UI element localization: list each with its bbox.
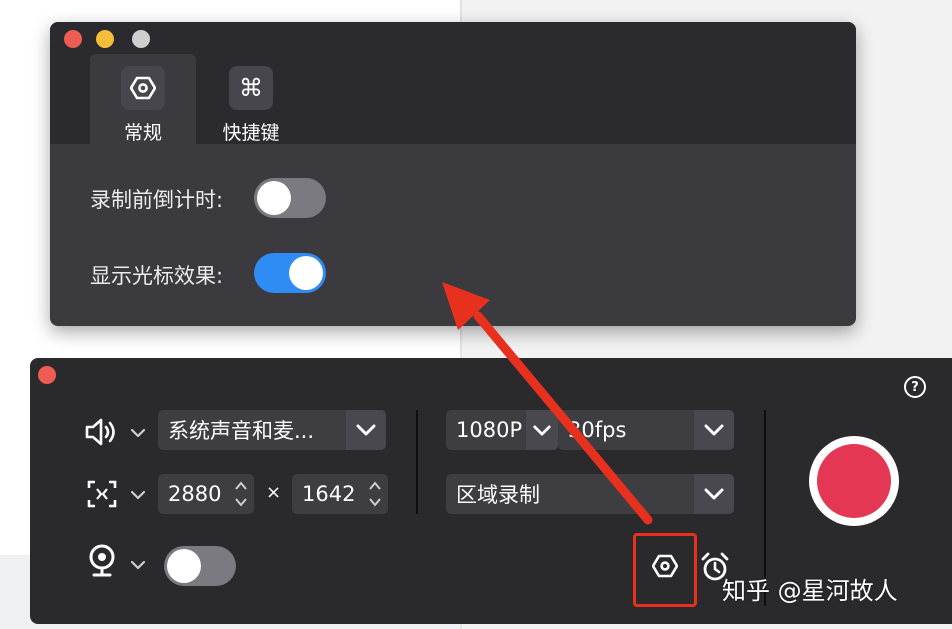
chevron-down-icon[interactable] [130, 560, 146, 570]
zoom-window-button[interactable] [132, 30, 150, 48]
record-mode-select[interactable]: 区域录制 [446, 474, 734, 514]
chevron-down-icon[interactable] [346, 410, 386, 450]
cursor-effect-toggle[interactable] [254, 253, 326, 293]
toggle-knob [257, 181, 291, 215]
tab-general-label: 常规 [123, 122, 162, 144]
fps-value: 30fps [568, 418, 627, 442]
countdown-toggle[interactable] [254, 178, 326, 218]
resolution-select[interactable]: 1080P [446, 410, 558, 450]
help-icon[interactable]: ? [904, 376, 926, 398]
resolution-value: 1080P [456, 418, 523, 442]
tab-general[interactable]: 常规 [90, 54, 196, 144]
minimize-window-button[interactable] [96, 30, 114, 48]
width-input[interactable]: 2880 [158, 474, 254, 514]
speaker-icon[interactable] [84, 416, 118, 452]
audio-source-value: 系统声音和麦... [168, 419, 315, 443]
cursor-effect-label: 显示光标效果: [90, 264, 224, 288]
countdown-label: 录制前倒计时: [90, 188, 224, 212]
fps-select[interactable]: 30fps [558, 410, 734, 450]
chevron-down-icon[interactable] [526, 410, 558, 450]
chevron-down-icon[interactable] [694, 474, 734, 514]
times-sign: × [266, 482, 282, 503]
camera-toggle[interactable] [164, 546, 236, 586]
close-window-button[interactable] [64, 30, 82, 48]
record-button[interactable] [809, 436, 899, 526]
watermark-text: 知乎 @星河故人 [722, 577, 898, 605]
tab-shortcuts[interactable]: ⌘ 快捷键 [198, 54, 304, 144]
chevron-down-icon[interactable] [694, 410, 734, 450]
command-key-icon: ⌘ [229, 66, 273, 110]
record-mode-value: 区域录制 [456, 483, 540, 507]
close-recorder-button[interactable] [38, 366, 56, 384]
tab-shortcuts-label: 快捷键 [222, 122, 280, 144]
toggle-knob [167, 549, 201, 583]
audio-source-select[interactable]: 系统声音和麦... [158, 410, 386, 450]
height-value: 1642 [302, 482, 356, 506]
height-input[interactable]: 1642 [292, 474, 388, 514]
region-select-icon[interactable] [87, 480, 117, 512]
settings-highlight-box [633, 533, 697, 607]
width-value: 2880 [168, 482, 222, 506]
chevron-down-icon[interactable] [130, 428, 146, 438]
record-button-dot [817, 444, 891, 518]
toggle-knob [289, 256, 323, 290]
webcam-icon[interactable] [88, 544, 116, 582]
preferences-window: 常规 ⌘ 快捷键 录制前倒计时: 显示光标效果: [50, 22, 856, 326]
separator [416, 410, 418, 514]
stepper-icon[interactable] [368, 478, 382, 510]
chevron-down-icon[interactable] [130, 490, 146, 500]
stepper-icon[interactable] [234, 478, 248, 510]
settings-hexagon-icon [121, 66, 165, 110]
